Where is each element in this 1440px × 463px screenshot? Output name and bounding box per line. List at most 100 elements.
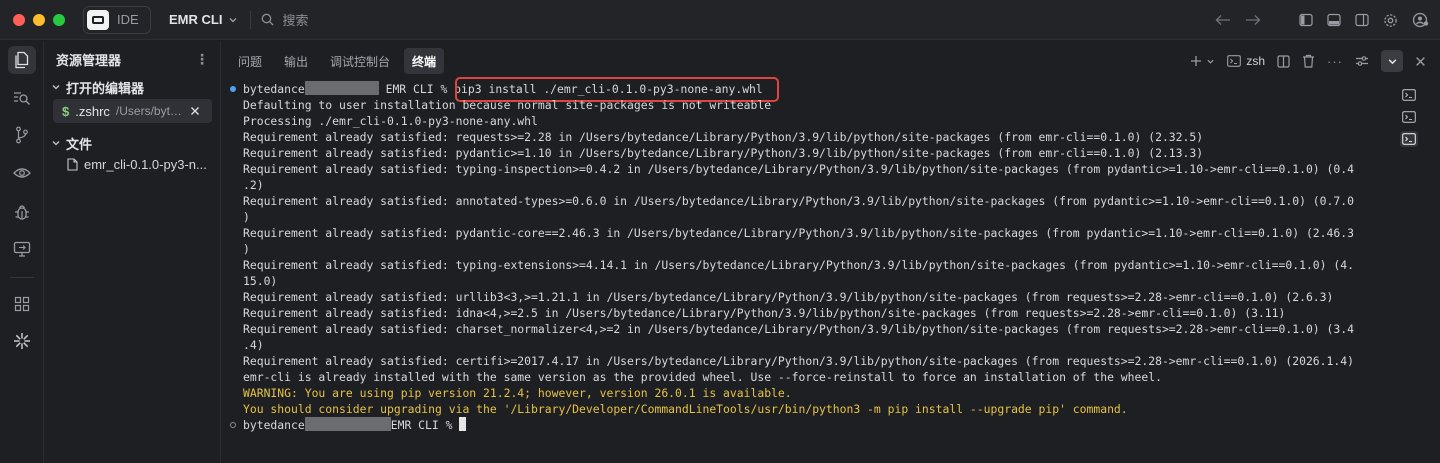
explorer-header: 资源管理器 ⋮ xyxy=(45,41,220,77)
close-editor-icon[interactable] xyxy=(190,106,200,116)
app-logo-icon xyxy=(87,9,109,30)
panel-tab-bar: 问题 输出 调试控制台 终端 zsh ··· xyxy=(222,41,1440,81)
new-terminal-plus-icon[interactable] xyxy=(1190,55,1202,67)
maximize-panel-button[interactable] xyxy=(1381,50,1403,72)
output-line: Requirement already satisfied: certifi>=… xyxy=(243,354,1354,368)
toggle-sidebar-icon[interactable] xyxy=(1299,13,1313,27)
warning-line: You should consider upgrading via the '/… xyxy=(243,402,1128,416)
search-icon xyxy=(261,13,274,26)
terminal-output[interactable]: bytedance EMR CLI % pip3 install ./emr_c… xyxy=(230,77,1386,463)
tab-debug-console[interactable]: 调试控制台 xyxy=(322,48,398,74)
open-editor-item[interactable]: $ .zshrc /Users/byt… xyxy=(53,99,212,123)
shell-label: zsh xyxy=(1246,54,1265,68)
settings-gear-icon[interactable] xyxy=(1383,13,1398,28)
debug-bug-icon[interactable] xyxy=(8,198,36,226)
panel-actions: zsh ··· xyxy=(1190,41,1426,81)
close-panel-icon[interactable] xyxy=(1415,56,1426,67)
app-switcher[interactable]: IDE xyxy=(83,5,151,34)
trash-icon[interactable] xyxy=(1302,54,1315,68)
output-line: Requirement already satisfied: annotated… xyxy=(243,194,1354,208)
prompt-suffix: EMR CLI % xyxy=(378,82,455,96)
terminal-cursor xyxy=(459,417,467,431)
app-label: IDE xyxy=(117,12,139,27)
project-name: EMR CLI xyxy=(169,12,223,27)
activity-divider xyxy=(10,277,34,278)
output-line: .2) xyxy=(243,178,264,192)
output-line: Requirement already satisfied: charset_n… xyxy=(243,322,1354,336)
explorer-icon[interactable] xyxy=(8,46,36,74)
redacted-hostname xyxy=(304,81,379,95)
project-switcher[interactable]: EMR CLI xyxy=(169,12,238,27)
close-window-button[interactable] xyxy=(13,13,25,26)
shell-selector[interactable]: zsh xyxy=(1227,54,1265,68)
output-line: ) xyxy=(243,210,250,224)
terminal-instance-list xyxy=(1400,87,1422,147)
output-line: 15.0) xyxy=(243,274,278,288)
redacted-hostname xyxy=(304,417,391,431)
warning-line: WARNING: You are using pip version 21.2.… xyxy=(243,386,792,400)
output-line: Requirement already satisfied: requests>… xyxy=(243,130,1204,144)
files-section-toggle[interactable]: 文件 xyxy=(45,133,220,153)
shell-file-icon: $ xyxy=(62,103,70,119)
files-label: 文件 xyxy=(66,136,93,152)
output-line: Requirement already satisfied: typing-in… xyxy=(243,162,1354,176)
file-icon xyxy=(67,157,78,171)
source-control-icon[interactable] xyxy=(8,121,36,149)
prompt-user: bytedance xyxy=(243,418,305,432)
explorer-title: 资源管理器 xyxy=(56,52,122,68)
output-line: ) xyxy=(243,242,250,256)
final-prompt-line: bytedance EMR CLI % xyxy=(243,417,467,433)
command-status-dot xyxy=(230,86,236,92)
terminal-icon xyxy=(1227,55,1242,67)
open-editors-section-toggle[interactable]: 打开的编辑器 xyxy=(45,77,220,97)
open-editor-name: .zshrc xyxy=(75,103,110,119)
remote-display-icon[interactable] xyxy=(8,235,36,263)
more-actions-icon[interactable]: ⋮ xyxy=(195,52,210,66)
prompt-user: bytedance xyxy=(243,82,305,96)
global-search[interactable]: 搜索 xyxy=(261,10,308,29)
account-avatar-icon[interactable] xyxy=(1412,12,1430,28)
output-line: emr-cli is already installed with the sa… xyxy=(243,370,1162,384)
toggle-panel-icon[interactable] xyxy=(1327,13,1341,27)
minimize-window-button[interactable] xyxy=(33,13,45,26)
chevron-down-icon xyxy=(228,15,238,25)
file-item[interactable]: emr_cli-0.1.0-py3-n... xyxy=(45,153,220,175)
split-terminal-icon[interactable] xyxy=(1277,54,1290,68)
activity-bar xyxy=(0,41,44,463)
open-editors-label: 打开的编辑器 xyxy=(66,80,145,96)
chevron-down-icon xyxy=(51,138,61,148)
output-line: Requirement already satisfied: urllib3<3… xyxy=(243,290,1334,304)
preview-eye-icon[interactable] xyxy=(8,159,36,187)
output-line: Requirement already satisfied: idna<4,>=… xyxy=(243,306,1286,320)
ai-sparkle-icon[interactable] xyxy=(8,327,36,355)
tab-output[interactable]: 输出 xyxy=(276,48,316,74)
terminal-settings-sliders-icon[interactable] xyxy=(1355,55,1369,67)
maximize-window-button[interactable] xyxy=(53,13,65,26)
forward-arrow-icon[interactable] xyxy=(1245,14,1261,26)
output-line: Requirement already satisfied: typing-ex… xyxy=(243,258,1354,272)
chevron-down-icon xyxy=(1387,56,1398,67)
chevron-down-icon xyxy=(51,82,61,92)
prompt-suffix: EMR CLI % xyxy=(390,418,460,432)
output-line: Requirement already satisfied: pydantic-… xyxy=(243,226,1354,240)
tab-problems[interactable]: 问题 xyxy=(230,48,270,74)
output-line: Requirement already satisfied: pydantic>… xyxy=(243,146,1204,160)
divider xyxy=(250,10,252,29)
search-placeholder: 搜索 xyxy=(282,13,309,28)
output-line: Processing ./emr_cli-0.1.0-py3-none-any.… xyxy=(243,114,538,128)
back-arrow-icon[interactable] xyxy=(1215,14,1231,26)
open-editor-path: /Users/byt… xyxy=(115,104,182,118)
toggle-secondary-sidebar-icon[interactable] xyxy=(1355,13,1369,27)
terminal-instance-icon-active[interactable] xyxy=(1400,131,1418,147)
tab-terminal[interactable]: 终端 xyxy=(404,48,445,74)
terminal-dropdown-icon[interactable] xyxy=(1206,57,1215,66)
terminal-instance-icon[interactable] xyxy=(1400,109,1418,125)
terminal-instance-icon[interactable] xyxy=(1400,87,1418,103)
output-line: .4) xyxy=(243,338,264,352)
extensions-grid-icon[interactable] xyxy=(8,290,36,318)
file-name: emr_cli-0.1.0-py3-n... xyxy=(84,156,207,172)
window-controls xyxy=(13,13,65,26)
search-code-icon[interactable] xyxy=(8,84,36,112)
prompt-status-dot xyxy=(230,422,236,428)
more-horizontal-icon[interactable]: ··· xyxy=(1327,55,1343,68)
